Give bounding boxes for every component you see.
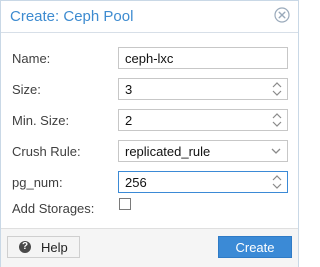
row-min-size: Min. Size:: [1, 108, 298, 134]
crush-rule-label: Crush Rule:: [12, 144, 81, 159]
dialog-footer: ? Help Create: [1, 228, 298, 267]
crush-rule-select[interactable]: [118, 140, 288, 162]
dialog-title: Create: Ceph Pool: [10, 8, 134, 25]
pg-num-input[interactable]: [119, 172, 265, 192]
name-label: Name:: [12, 51, 51, 66]
min-size-field[interactable]: [118, 109, 288, 131]
help-button-label: Help: [41, 240, 68, 255]
min-size-label: Min. Size:: [12, 113, 70, 128]
min-size-input[interactable]: [119, 110, 265, 130]
pg-num-label: pg_num:: [12, 175, 63, 190]
size-label: Size:: [12, 82, 41, 97]
row-pg-num: pg_num:: [1, 170, 298, 196]
chevron-down-icon[interactable]: [272, 183, 282, 190]
chevron-down-icon[interactable]: [272, 90, 282, 97]
pg-num-spinner[interactable]: [271, 174, 283, 190]
row-name: Name:: [1, 46, 298, 72]
help-button[interactable]: ? Help: [7, 236, 80, 258]
create-button-label: Create: [235, 240, 275, 255]
chevron-up-icon[interactable]: [272, 174, 282, 181]
name-field[interactable]: [118, 47, 288, 69]
crush-rule-value[interactable]: [119, 141, 265, 161]
min-size-spinner[interactable]: [271, 112, 283, 128]
question-circle-icon: ?: [19, 241, 31, 253]
name-input[interactable]: [119, 48, 265, 68]
chevron-up-icon[interactable]: [272, 112, 282, 119]
close-icon[interactable]: [274, 7, 290, 23]
row-size: Size:: [1, 77, 298, 103]
chevron-down-icon[interactable]: [272, 121, 282, 128]
chevron-down-icon[interactable]: [271, 146, 281, 156]
size-field[interactable]: [118, 78, 288, 100]
chevron-up-icon[interactable]: [272, 81, 282, 88]
row-crush-rule: Crush Rule:: [1, 139, 298, 165]
create-ceph-pool-dialog: Create: Ceph Pool Name: Size:: [0, 0, 299, 267]
create-button[interactable]: Create: [218, 236, 292, 258]
dialog-body: Name: Size: Min. Size:: [1, 32, 298, 228]
row-add-storages: Add Storages:: [1, 196, 298, 222]
size-input[interactable]: [119, 79, 265, 99]
add-storages-checkbox[interactable]: [119, 198, 131, 210]
dialog-titlebar: Create: Ceph Pool: [1, 1, 298, 32]
add-storages-label: Add Storages:: [12, 201, 95, 216]
pg-num-field[interactable]: [118, 171, 288, 193]
size-spinner[interactable]: [271, 81, 283, 97]
